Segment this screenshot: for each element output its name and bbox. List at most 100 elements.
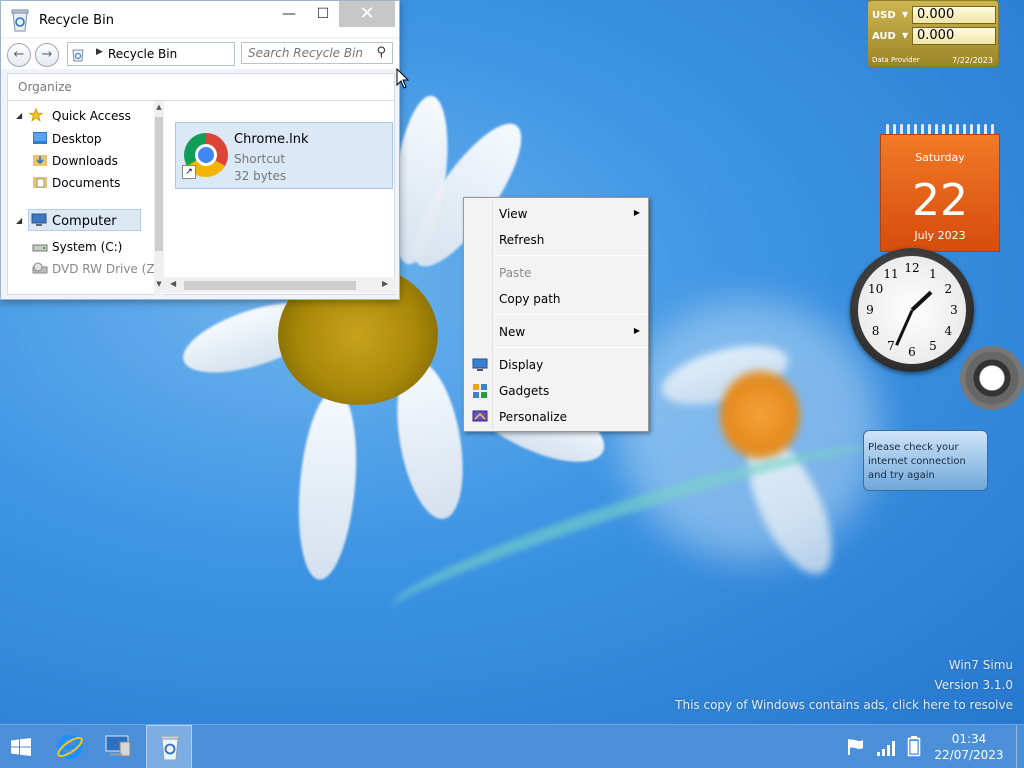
dvd-drive-icon	[32, 262, 48, 274]
command-bar: Organize	[7, 73, 395, 101]
recycle-bin-icon	[72, 49, 84, 62]
battery-icon[interactable]	[907, 735, 921, 757]
clock-number: 9	[866, 303, 874, 317]
documents-folder-icon	[33, 177, 47, 188]
display-icon	[472, 358, 488, 371]
scroll-down-icon[interactable]: ▼	[154, 280, 164, 288]
maximize-button[interactable]: ☐	[305, 1, 341, 27]
back-button[interactable]: ←	[7, 43, 31, 67]
file-item-chrome-lnk[interactable]: ↗ Chrome.lnk Shortcut 32 bytes	[175, 122, 393, 189]
clock-number: 1	[929, 266, 937, 281]
menu-item-display[interactable]: Display	[464, 353, 648, 377]
organize-menu[interactable]: Organize	[18, 80, 72, 94]
navigation-bar: ← → ▶ Recycle Bin ⚲	[1, 39, 399, 69]
shortcut-arrow-icon: ↗	[182, 165, 196, 179]
expand-arrow-icon[interactable]: ◢	[16, 111, 22, 120]
wallpaper-flower-center	[720, 370, 800, 460]
search-input[interactable]	[246, 45, 370, 61]
clock-number: 2	[944, 282, 953, 296]
tree-item-system-drive[interactable]: System (C:)	[8, 236, 154, 258]
menu-item-label: New	[499, 325, 526, 339]
start-button[interactable]	[0, 725, 46, 768]
drive-icon	[32, 244, 48, 252]
taskbar-internet-explorer[interactable]	[46, 725, 92, 768]
taskbar-computer[interactable]	[96, 725, 142, 768]
scroll-thumb[interactable]	[155, 117, 163, 251]
tray-date: 22/07/2023	[934, 748, 1004, 762]
menu-item-new[interactable]: New ▶	[464, 320, 648, 344]
watermark-ads-link[interactable]: This copy of Windows contains ads, click…	[675, 698, 1013, 712]
tree-item-label: DVD RW Drive (Z:)	[52, 262, 164, 276]
scroll-up-icon[interactable]: ▲	[154, 103, 164, 111]
menu-item-copy-path[interactable]: Copy path	[464, 287, 648, 311]
clock-number: 6	[908, 345, 916, 359]
watermark-version: Version 3.1.0	[934, 678, 1013, 692]
currency-value-field[interactable]: 0.000	[912, 27, 996, 45]
clock-minute-hand	[895, 309, 914, 346]
file-name: Chrome.lnk	[234, 132, 309, 147]
tree-item-desktop[interactable]: Desktop	[8, 128, 154, 150]
breadcrumb[interactable]: Recycle Bin	[108, 47, 177, 61]
computer-icon	[31, 213, 47, 226]
currency-gadget[interactable]: USD ▼ 0.000 AUD ▼ 0.000 Data Provider 7/…	[867, 0, 999, 67]
expand-arrow-icon[interactable]: ◢	[16, 216, 22, 225]
scroll-thumb[interactable]	[184, 281, 356, 290]
window-title: Recycle Bin	[39, 13, 114, 28]
menu-separator	[495, 255, 647, 256]
slideshow-gadget[interactable]	[960, 346, 1024, 410]
clock-number: 8	[871, 324, 880, 338]
tray-clock[interactable]: 01:34 22/07/2023	[930, 731, 1008, 763]
clock-number: 3	[950, 303, 958, 317]
menu-item-view[interactable]: View ▶	[464, 202, 648, 226]
recycle-bin-icon	[160, 735, 180, 761]
calendar-page: Saturday 22 July 2023	[880, 134, 1000, 252]
action-center-flag-icon[interactable]	[846, 737, 866, 757]
tree-item-documents[interactable]: Documents	[8, 172, 154, 194]
address-bar[interactable]: ▶ Recycle Bin	[67, 42, 235, 66]
horizontal-scrollbar[interactable]: ◀ ▶	[164, 277, 395, 293]
dropdown-arrow-icon[interactable]: ▼	[902, 10, 908, 19]
menu-item-refresh[interactable]: Refresh	[464, 228, 648, 252]
currency-code[interactable]: AUD	[872, 31, 896, 42]
search-box[interactable]: ⚲	[241, 42, 393, 64]
clock-gadget[interactable]: 12 1 2 3 4 5 6 7 8 9 10 11	[850, 248, 974, 372]
menu-item-paste: Paste	[464, 261, 648, 285]
show-desktop-button[interactable]	[1016, 725, 1024, 768]
tree-item-downloads[interactable]: Downloads	[8, 150, 154, 172]
forward-button[interactable]: →	[35, 43, 59, 67]
weather-gadget[interactable]: Please check your internet connection an…	[863, 430, 988, 491]
calendar-month-year: July 2023	[914, 229, 966, 242]
tree-item-computer[interactable]: Computer	[28, 209, 141, 231]
search-icon[interactable]: ⚲	[376, 45, 386, 60]
calendar-gadget[interactable]: Saturday 22 July 2023	[880, 122, 1000, 252]
dropdown-arrow-icon[interactable]: ▼	[902, 31, 908, 40]
tree-item-dvd-drive[interactable]: DVD RW Drive (Z:)	[8, 258, 163, 280]
close-button[interactable]: ✕	[339, 1, 395, 27]
submenu-arrow-icon: ▶	[633, 208, 640, 217]
breadcrumb-arrow-icon[interactable]: ▶	[96, 47, 103, 57]
file-list[interactable]: ↗ Chrome.lnk Shortcut 32 bytes ◀ ▶	[164, 101, 395, 295]
menu-item-personalize[interactable]: Personalize	[464, 405, 648, 429]
desktop-folder-icon	[33, 132, 47, 144]
network-signal-icon[interactable]	[876, 737, 898, 757]
tree-item-label: Downloads	[52, 154, 118, 168]
navigation-scrollbar[interactable]: ▲ ▼	[154, 101, 164, 295]
scroll-right-icon[interactable]: ▶	[382, 279, 388, 288]
mouse-cursor-icon	[396, 68, 410, 89]
scroll-left-icon[interactable]: ◀	[170, 279, 176, 288]
file-size: 32 bytes	[234, 169, 287, 183]
personalize-icon	[472, 410, 488, 422]
clock-number: 10	[867, 282, 884, 296]
menu-item-label: Display	[499, 358, 544, 372]
currency-value-field[interactable]: 0.000	[912, 6, 996, 24]
minimize-button[interactable]: —	[271, 1, 307, 27]
windows-logo-icon	[11, 738, 31, 756]
tree-item-quick-access[interactable]: ◢ Quick Access	[8, 105, 154, 127]
clock-number: 11	[883, 266, 899, 281]
taskbar-recycle-bin[interactable]	[146, 725, 192, 768]
desktop-context-menu: View ▶ Refresh Paste Copy path New ▶ Dis…	[463, 197, 649, 432]
menu-item-gadgets[interactable]: Gadgets	[464, 379, 648, 403]
currency-code[interactable]: USD	[872, 10, 896, 21]
title-bar[interactable]: Recycle Bin — ☐ ✕	[1, 1, 399, 37]
gadgets-icon	[473, 384, 487, 398]
